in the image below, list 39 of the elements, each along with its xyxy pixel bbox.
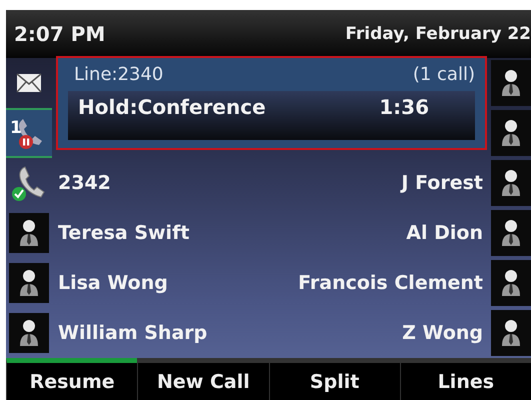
call-status: Hold:Conference (78, 95, 266, 119)
clock-time: 2:07 PM (14, 22, 106, 46)
contact-name[interactable]: J Forest (401, 172, 483, 194)
phone-check-icon (11, 164, 47, 202)
person-icon (500, 169, 522, 197)
contact-key[interactable] (491, 310, 531, 356)
contact-name[interactable]: Al Dion (406, 222, 483, 244)
person-icon (500, 319, 522, 347)
date-text: Friday, February 22 (345, 24, 531, 44)
line-number: 1 (10, 118, 22, 138)
softkey[interactable]: Resume (6, 358, 138, 400)
line-key-label[interactable]: Teresa Swift (58, 222, 190, 244)
softkey[interactable]: New Call (137, 358, 268, 400)
contact-key[interactable] (491, 110, 531, 156)
call-count: (1 call) (412, 64, 475, 85)
person-icon (500, 119, 522, 147)
contact-name[interactable]: Z Wong (402, 322, 483, 344)
contact-key[interactable] (491, 160, 531, 206)
line-key-label[interactable]: William Sharp (58, 322, 208, 344)
line-key[interactable]: 1 (6, 108, 52, 158)
envelope-icon (16, 73, 42, 93)
person-icon (500, 219, 522, 247)
contact-key[interactable] (491, 60, 531, 106)
contact-key[interactable] (491, 260, 531, 306)
line-label: Line:2340 (74, 64, 164, 85)
softkey[interactable]: Split (268, 358, 400, 400)
call-panel[interactable]: Line:2340 (1 call) Hold:Conference 1:36 (56, 56, 487, 150)
call-row[interactable]: Hold:Conference 1:36 (68, 91, 475, 140)
person-icon (500, 269, 522, 297)
softkey[interactable]: Lines (400, 358, 531, 400)
person-icon (18, 219, 40, 247)
line-key-label[interactable]: 2342 (58, 172, 111, 194)
call-timer: 1:36 (379, 95, 429, 119)
person-icon (18, 319, 40, 347)
contact-name[interactable]: Francois Clement (298, 272, 483, 294)
line-key-label[interactable]: Lisa Wong (58, 272, 168, 294)
contact-key[interactable] (491, 210, 531, 256)
person-icon (500, 69, 522, 97)
person-icon (18, 269, 40, 297)
